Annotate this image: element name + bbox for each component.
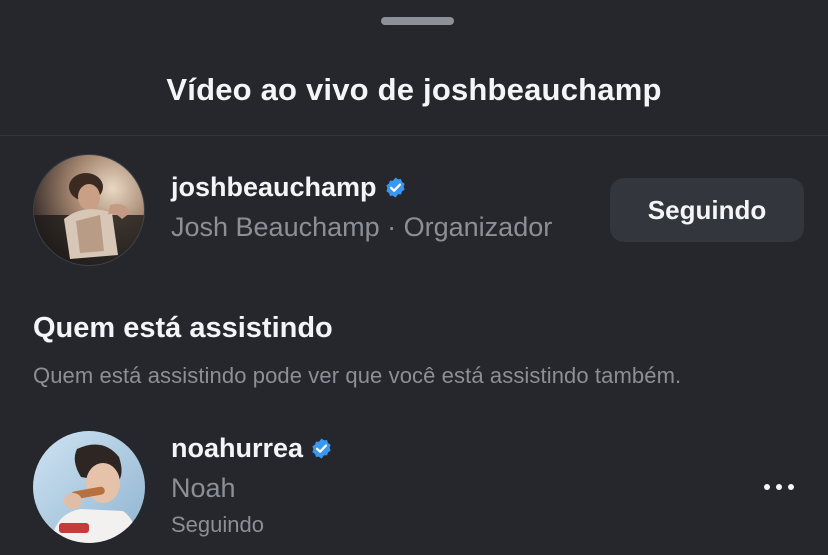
watching-section-title: Quem está assistindo <box>33 312 333 344</box>
following-button[interactable]: Seguindo <box>610 178 804 242</box>
verified-badge-icon <box>312 438 331 459</box>
host-full-name: Josh Beauchamp <box>171 212 380 242</box>
header-divider <box>0 135 828 136</box>
host-subtitle: Josh Beauchamp · Organizador <box>171 212 552 243</box>
more-dot <box>776 484 782 490</box>
verified-badge-icon <box>385 177 405 198</box>
host-profile-photo <box>34 155 144 265</box>
sheet-drag-handle[interactable] <box>381 17 454 25</box>
viewer-display-name: Noah <box>171 473 236 503</box>
more-dot <box>764 484 770 490</box>
host-username: joshbeauchamp <box>171 172 377 202</box>
host-avatar[interactable] <box>33 154 145 266</box>
host-separator: · <box>379 212 404 242</box>
live-viewers-sheet: Vídeo ao vivo de joshbeauchamp joshbeauc… <box>0 0 828 555</box>
host-username-row[interactable]: joshbeauchamp <box>171 172 407 203</box>
viewer-username-row[interactable]: noahurrea <box>171 433 333 464</box>
more-dot <box>788 484 794 490</box>
viewer-more-options-icon[interactable] <box>754 470 804 504</box>
viewer-username: noahurrea <box>171 433 304 463</box>
sheet-title: Vídeo ao vivo de joshbeauchamp <box>166 72 662 107</box>
watching-section-description: Quem está assistindo pode ver que você e… <box>33 363 682 388</box>
host-role: Organizador <box>403 212 553 242</box>
viewer-follow-status: Seguindo <box>171 512 264 537</box>
viewer-profile-photo <box>33 431 145 543</box>
viewer-avatar[interactable] <box>33 431 145 543</box>
